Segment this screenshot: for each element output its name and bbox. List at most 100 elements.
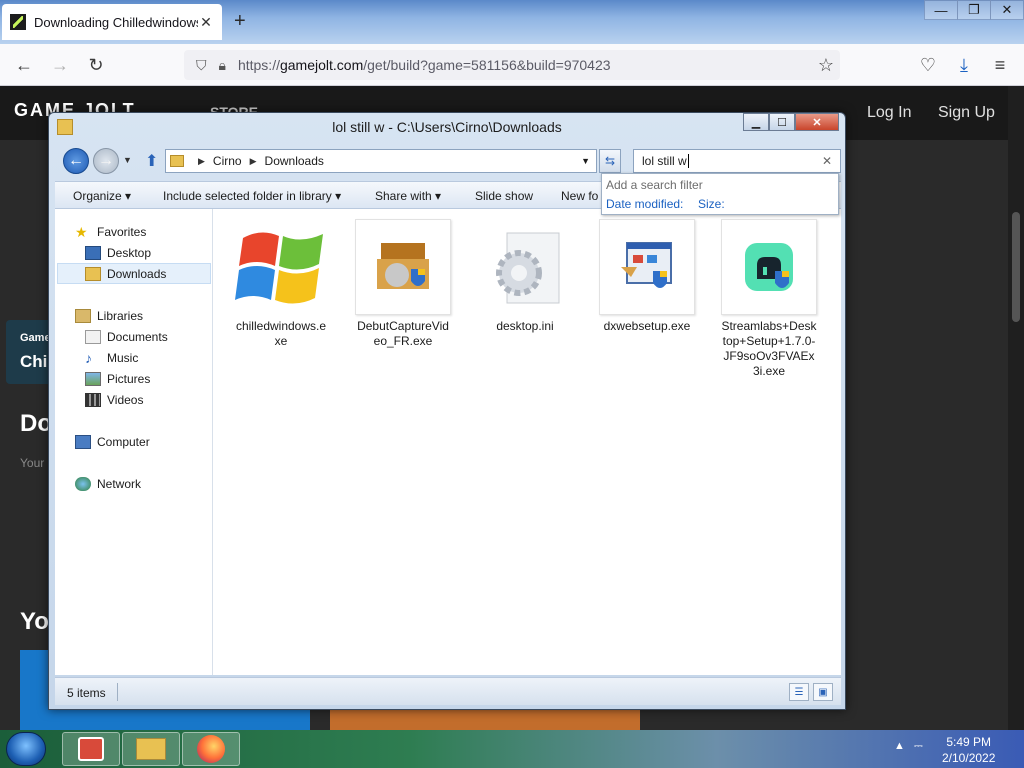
bookmark-star-icon[interactable]: ☆ [816, 55, 836, 75]
system-tray[interactable]: ▲ ⎓ [894, 740, 923, 753]
large-icons-view-icon[interactable]: ▣ [813, 683, 833, 701]
nav-downloads[interactable]: Downloads [57, 263, 211, 284]
slide-show-button[interactable]: Slide show [475, 189, 533, 203]
new-tab-button[interactable]: + [234, 10, 246, 33]
hamburger-menu-icon[interactable]: ≡ [990, 55, 1010, 75]
up-arrow-icon[interactable]: ⬆ [145, 151, 158, 171]
nav-label: Pictures [107, 371, 151, 386]
url-bar[interactable]: ⛉ 🔒︎ https://gamejolt.com/get/build?game… [184, 50, 840, 80]
back-arrow-icon[interactable]: ← [14, 55, 34, 75]
nav-desktop[interactable]: Desktop [85, 242, 151, 263]
refresh-button[interactable]: ⇆ [599, 149, 621, 173]
new-folder-button[interactable]: New fo [561, 189, 598, 203]
clock[interactable]: 5:49 PM 2/10/2022 [942, 734, 995, 766]
maximize-button[interactable]: ☐ [769, 113, 795, 131]
explorer-taskbar-icon[interactable] [122, 732, 180, 766]
file-item[interactable]: dxwebsetup.exe [599, 219, 695, 334]
nav-favorites[interactable]: ★ Favorites [75, 221, 146, 242]
clear-search-icon[interactable]: ✕ [822, 154, 832, 168]
file-name: dxwebsetup.exe [603, 319, 691, 333]
back-button[interactable]: ← [63, 148, 89, 174]
address-dropdown-icon[interactable]: ▼ [581, 156, 590, 166]
forward-button[interactable]: → [93, 148, 119, 174]
nav-computer[interactable]: Computer [75, 431, 150, 452]
lock-icon[interactable]: 🔒︎ [219, 57, 226, 74]
nav-pictures[interactable]: Pictures [85, 368, 150, 389]
date-modified-filter[interactable]: Date modified: [606, 197, 683, 211]
reload-icon[interactable]: ↻ [86, 55, 106, 75]
file-name: Streamlabs+Desktop+Setup+1.7.0-JF9soOv3F… [721, 319, 817, 378]
file-item[interactable]: desktop.ini [477, 219, 573, 334]
minimize-button[interactable]: ▁ [743, 113, 769, 131]
size-filter[interactable]: Size: [698, 197, 725, 211]
url-text: https://gamejolt.com/get/build?game=5811… [237, 57, 611, 73]
file-item[interactable]: DebutCaptureVideo_FR.exe [355, 219, 451, 349]
share-with-button[interactable]: Share with ▾ [375, 189, 441, 203]
include-in-library-button[interactable]: Include selected folder in library ▾ [163, 189, 341, 203]
installer-box-icon [355, 219, 451, 315]
pocket-icon[interactable]: ♡ [918, 55, 938, 75]
status-divider [117, 683, 118, 701]
clock-date: 2/10/2022 [942, 751, 996, 765]
recent-pages-dropdown-icon[interactable]: ▼ [123, 155, 132, 165]
game-title-fragment: Chi [20, 352, 48, 371]
file-name: DebutCaptureVideo_FR.exe [357, 319, 449, 348]
firefox-taskbar-icon[interactable] [182, 732, 240, 766]
details-view-icon[interactable]: ☰ [789, 683, 809, 701]
folder-icon [170, 155, 184, 167]
file-item[interactable]: Streamlabs+Desktop+Setup+1.7.0-JF9soOv3F… [721, 219, 817, 379]
file-name: desktop.ini [496, 319, 554, 333]
breadcrumb-separator-icon[interactable]: ▶ [198, 156, 205, 167]
browser-restore-button[interactable]: ❐ [957, 0, 991, 20]
downloads-icon[interactable]: ⤓ [954, 55, 974, 75]
game-label: Game [20, 332, 51, 344]
browser-tab[interactable]: Downloading Chilledwindows.e ✕ [2, 4, 222, 40]
nav-label: Music [107, 350, 139, 365]
clock-time: 5:49 PM [946, 735, 992, 749]
scrollbar-thumb[interactable] [1012, 212, 1020, 322]
search-query-text: lol still w [642, 154, 687, 168]
view-buttons: ☰ ▣ [785, 683, 833, 701]
login-link[interactable]: Log In [867, 104, 911, 122]
forward-arrow-icon[interactable]: → [50, 55, 70, 75]
recommend-heading-fragment: Yo [20, 608, 49, 635]
tab-close-icon[interactable]: ✕ [198, 14, 214, 31]
address-bar[interactable]: ▶ Cirno ▶ Downloads ▼ [165, 149, 597, 173]
organize-button[interactable]: Organize ▾ [73, 189, 131, 203]
tab-title: Downloading Chilledwindows.e [34, 14, 198, 30]
breadcrumb-separator-icon[interactable]: ▶ [250, 156, 257, 167]
item-count: 5 items [67, 686, 106, 700]
videos-film-icon [85, 392, 101, 407]
nav-network[interactable]: Network [75, 473, 141, 494]
file-item[interactable]: chilledwindows.exe [233, 219, 329, 349]
explorer-content: ★ Favorites Desktop Downloads Libraries … [55, 209, 841, 675]
star-icon: ★ [75, 223, 88, 240]
nav-music[interactable]: ♪ Music [85, 347, 138, 368]
window-title: lol still w - C:\Users\Cirno\Downloads [332, 119, 562, 135]
close-button[interactable]: ✕ [795, 113, 839, 131]
pictures-icon [85, 371, 101, 386]
nav-label: Videos [107, 392, 144, 407]
breadcrumb-cirno[interactable]: Cirno [213, 154, 242, 168]
desktop-icon [85, 245, 101, 260]
streamlabs-icon [721, 219, 817, 315]
browser-minimize-button[interactable]: — [924, 0, 958, 20]
nav-label: Desktop [107, 245, 152, 260]
nav-label: Favorites [97, 224, 147, 239]
nav-label: Downloads [107, 266, 167, 281]
browser-tab-strip: Downloading Chilledwindows.e ✕ + — ❐ ✕ [0, 0, 1024, 44]
computer-icon [75, 434, 91, 449]
address-row: ← → ▼ ⬆ ▶ Cirno ▶ Downloads ▼ ⇆ lol stil… [55, 147, 841, 175]
browser-close-button[interactable]: ✕ [990, 0, 1024, 20]
signup-link[interactable]: Sign Up [938, 104, 995, 122]
breadcrumb-downloads[interactable]: Downloads [265, 154, 324, 168]
nav-documents[interactable]: Documents [85, 326, 168, 347]
search-input[interactable]: lol still w ✕ [633, 149, 841, 173]
start-button[interactable] [6, 732, 46, 766]
shield-icon[interactable]: ⛉ [196, 57, 207, 74]
nav-libraries[interactable]: Libraries [75, 305, 143, 326]
media-recorder-taskbar-icon[interactable] [62, 732, 120, 766]
page-scrollbar[interactable] [1008, 86, 1024, 730]
nav-videos[interactable]: Videos [85, 389, 143, 410]
setup-window-icon [599, 219, 695, 315]
